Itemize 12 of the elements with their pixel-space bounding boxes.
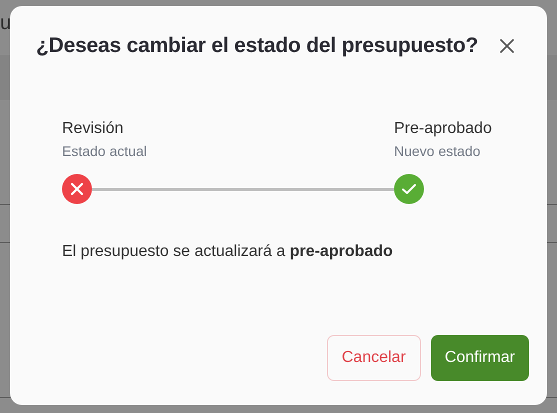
cancel-button[interactable]: Cancelar [326, 335, 421, 381]
status-message: El presupuesto se actualizará a pre-aprobado [62, 243, 394, 261]
error-icon [62, 174, 92, 204]
step-caption: Nuevo estado [394, 143, 482, 159]
step-caption: Estado actual [62, 143, 148, 159]
dialog-title: ¿Deseas cambiar el estado del presupuesto? [36, 34, 478, 58]
step-label: Pre-aprobado [394, 120, 493, 138]
page-heading: u [0, 12, 12, 35]
check-icon [394, 174, 424, 204]
step-label: Revisión [62, 120, 124, 138]
confirm-button[interactable]: Confirmar [430, 335, 529, 381]
close-icon[interactable] [499, 38, 515, 54]
